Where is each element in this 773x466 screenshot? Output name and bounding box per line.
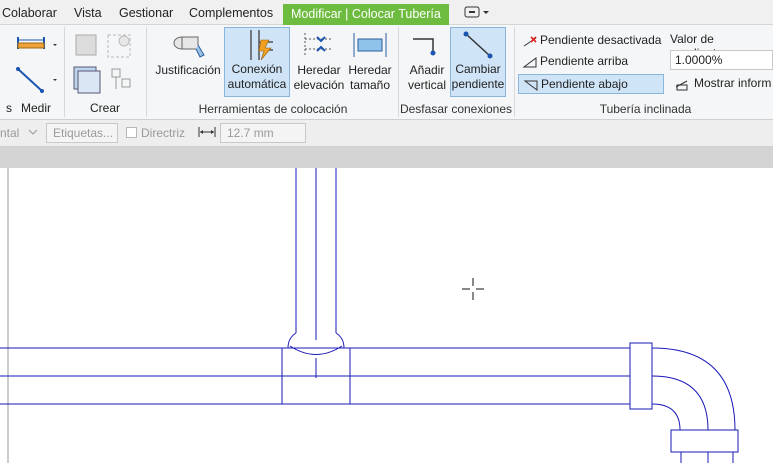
justificacion-button[interactable]: Justificación	[154, 29, 222, 95]
measure-angle-button[interactable]	[14, 65, 58, 95]
distance-icon	[198, 126, 216, 141]
pendiente-abajo-button[interactable]: Pendiente abajo	[518, 74, 664, 94]
orientation-select[interactable]: ntal	[0, 126, 19, 140]
slope-off-icon	[523, 36, 537, 47]
measure-dimension-button[interactable]	[14, 33, 58, 59]
separator	[514, 27, 515, 117]
heredar-tam-label-2: tamaño	[349, 78, 391, 92]
view-tab-strip	[0, 147, 773, 168]
elbow-coupling	[629, 342, 653, 410]
conexion-automatica-button[interactable]: Conexión automática	[224, 27, 290, 97]
left-panel-label: s	[6, 101, 12, 115]
slope-up-icon	[522, 57, 537, 68]
diagonal-measure-icon	[16, 67, 57, 93]
valor-pendiente-input[interactable]: 1.0000%	[670, 50, 773, 70]
tab-modificar-colocar-tuberia[interactable]: Modificar | Colocar Tubería	[283, 4, 449, 25]
tab-gestionar[interactable]: Gestionar	[119, 4, 173, 25]
cambiar-pendiente-button[interactable]: Cambiar pendiente	[450, 27, 506, 97]
justification-icon	[173, 36, 205, 58]
conexion-label-2: automática	[227, 77, 287, 91]
crear-tools[interactable]	[70, 29, 138, 99]
medir-panel-label[interactable]: Medir	[16, 101, 56, 116]
panel-herramientas-colocacion[interactable]: Herramientas de colocación	[150, 101, 396, 119]
heredar-elevacion-button[interactable]: Heredar elevación	[292, 29, 346, 95]
pipe-drawing	[0, 168, 739, 463]
anadir-label-1: Añadir	[409, 63, 445, 77]
directriz-checkbox[interactable]	[126, 127, 137, 138]
inherit-elevation-icon	[304, 33, 333, 57]
heredar-elev-label-2: elevación	[293, 78, 345, 92]
panel-desfasar-conexiones[interactable]: Desfasar conexiones	[398, 101, 514, 119]
heredar-elev-label-1: Heredar	[297, 63, 341, 77]
tab-complementos[interactable]: Complementos	[189, 4, 273, 25]
separator	[146, 27, 147, 117]
anadir-label-2: vertical	[407, 78, 446, 92]
tab-vista[interactable]: Vista	[74, 4, 102, 25]
ruler-icon	[17, 37, 57, 49]
panel-toggle-icon	[464, 6, 489, 18]
tab-colaborar[interactable]: Colaborar	[2, 4, 57, 25]
change-slope-icon	[463, 31, 493, 59]
pendiente-arriba-label: Pendiente arriba	[540, 54, 629, 68]
pendiente-abajo-label: Pendiente abajo	[541, 77, 628, 91]
drawing-canvas[interactable]	[0, 168, 773, 463]
anadir-vertical-button[interactable]: Añadir vertical	[404, 29, 450, 95]
pendiente-desactivada-label: Pendiente desactivada	[540, 33, 662, 47]
auto-connect-icon	[250, 30, 273, 61]
add-vertical-icon	[413, 38, 436, 56]
mostrar-informacion-button[interactable]: Mostrar inform	[674, 76, 772, 91]
ribbon: s Medir Crear Justificación Conexión aut…	[0, 25, 773, 120]
cambiar-label-2: pendiente	[451, 77, 505, 91]
slope-down-icon	[523, 80, 538, 91]
options-bar: ntal Etiquetas... Directriz 12.7 mm	[0, 120, 773, 147]
conexion-label-1: Conexión	[231, 62, 283, 76]
cambiar-label-1: Cambiar	[455, 62, 501, 76]
inherit-size-icon	[353, 33, 387, 57]
crear-panel-label[interactable]: Crear	[80, 101, 130, 116]
pendiente-desactivada-button[interactable]: Pendiente desactivada	[518, 31, 664, 51]
quick-access-dropdown[interactable]	[464, 5, 490, 26]
pendiente-arriba-button[interactable]: Pendiente arriba	[518, 52, 664, 72]
mostrar-informacion-label: Mostrar inform	[694, 76, 772, 90]
info-display-icon	[675, 80, 688, 91]
ribbon-tab-bar: Colaborar Vista Gestionar Complementos M…	[0, 0, 773, 25]
create-similar-icon	[73, 34, 131, 94]
separator	[64, 27, 65, 117]
heredar-tamano-button[interactable]: Heredar tamaño	[346, 29, 394, 95]
etiquetas-button[interactable]: Etiquetas...	[46, 123, 118, 143]
panel-tuberia-inclinada[interactable]: Tubería inclinada	[518, 101, 773, 119]
directriz-label: Directriz	[141, 126, 185, 140]
heredar-tam-label-1: Heredar	[348, 63, 392, 77]
crosshair-cursor-icon	[462, 278, 484, 300]
distance-input[interactable]: 12.7 mm	[220, 123, 306, 143]
chevron-down-icon[interactable]	[28, 126, 38, 140]
justificacion-label: Justificación	[155, 63, 221, 77]
